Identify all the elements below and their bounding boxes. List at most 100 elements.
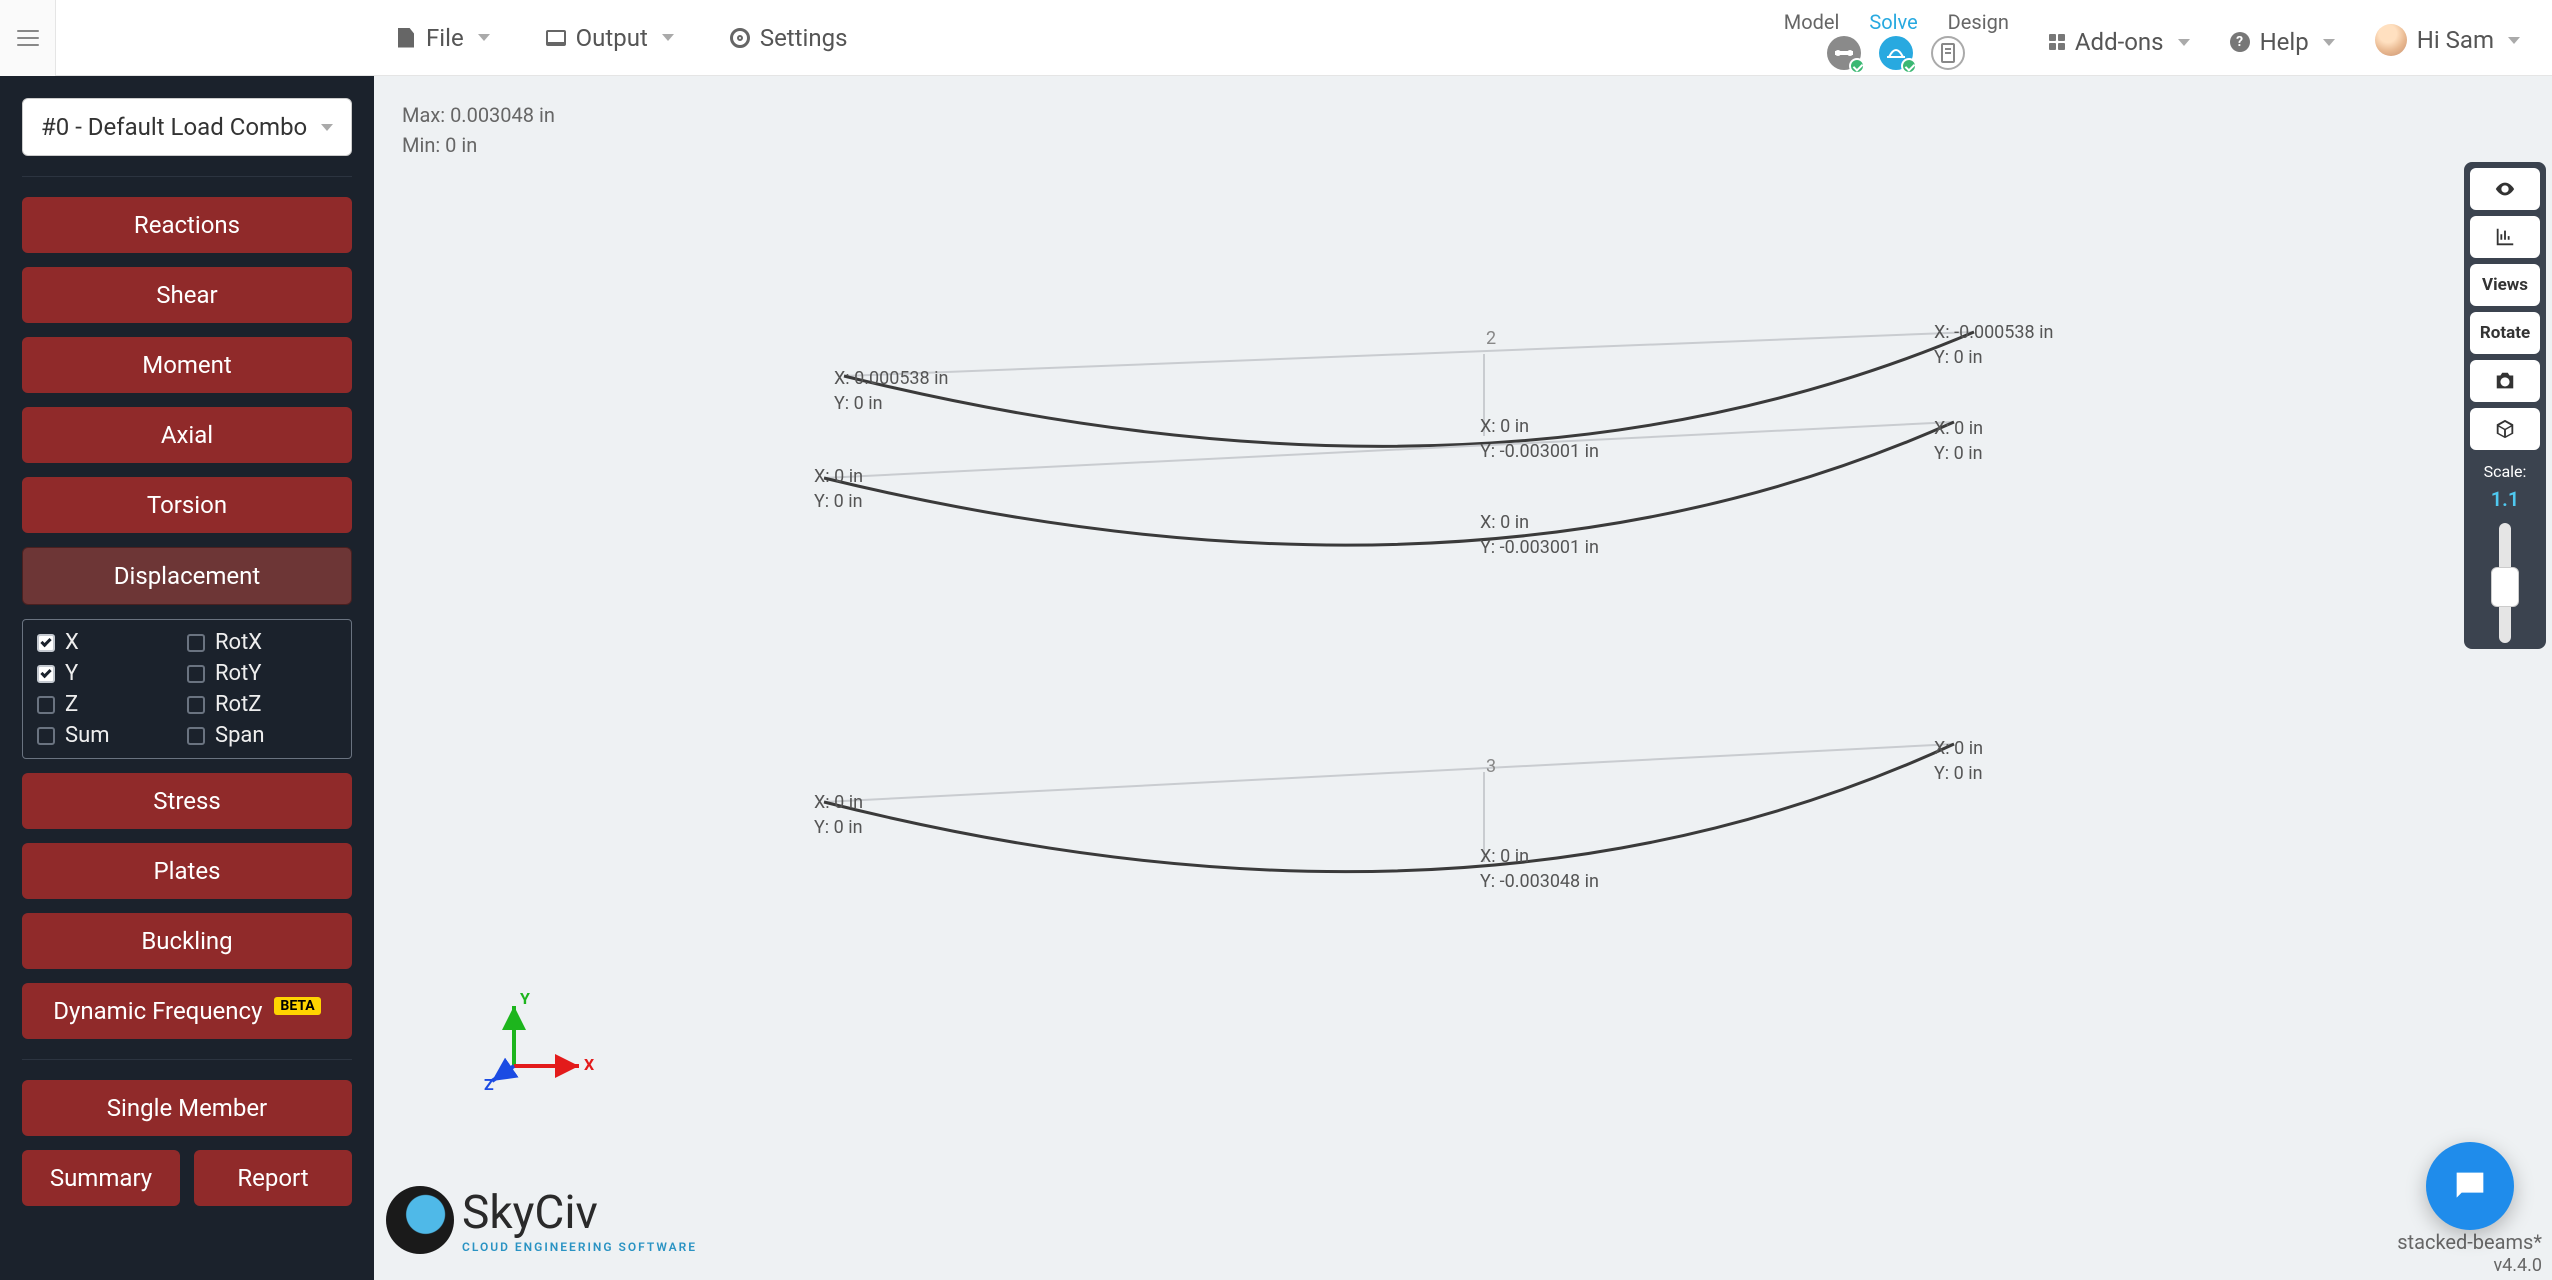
node-number: 3 (1486, 756, 1496, 777)
svg-text:Y: Y (520, 989, 530, 1008)
camera-icon (2494, 370, 2516, 392)
buckling-button[interactable]: Buckling (22, 913, 352, 969)
screenshot-button[interactable] (2470, 360, 2540, 402)
avatar (2375, 24, 2407, 56)
question-icon: ? (2230, 32, 2250, 52)
chk-span[interactable]: Span (187, 723, 337, 748)
scale-value: 1.1 (2491, 487, 2520, 511)
gear-icon (730, 28, 750, 48)
value-label: X: 0 inY: 0 in (814, 790, 863, 840)
torsion-button[interactable]: Torsion (22, 477, 352, 533)
chk-roty[interactable]: RotY (187, 661, 337, 686)
load-combo-value: #0 - Default Load Combo (41, 113, 307, 141)
menu-addons-label: Add-ons (2075, 28, 2164, 56)
result-canvas[interactable]: Max: 0.003048 in Min: 0 in 2 3 X: 0.0005… (374, 76, 2552, 1280)
chevron-down-icon (478, 34, 490, 41)
menu-settings[interactable]: Settings (730, 24, 848, 52)
views-button[interactable]: Views (2470, 264, 2540, 306)
menu-addons[interactable]: Add-ons (2049, 28, 2190, 76)
chevron-down-icon (2178, 39, 2190, 46)
divider (22, 176, 352, 177)
dynfreq-button[interactable]: Dynamic Frequency BETA (22, 983, 352, 1039)
menu-output-label: Output (576, 24, 648, 52)
check-badge-icon (1849, 58, 1865, 74)
view-toolbar: Views Rotate Scale: 1.1 (2464, 162, 2546, 649)
beta-badge: BETA (274, 997, 320, 1015)
value-label: X: 0 inY: 0 in (814, 464, 863, 514)
results-sidebar: #0 - Default Load Combo Reactions Shear … (0, 76, 374, 1280)
mode-design-icon[interactable] (1931, 36, 1965, 70)
user-menu[interactable]: Hi Sam (2375, 24, 2520, 76)
reactions-button[interactable]: Reactions (22, 197, 352, 253)
plates-button[interactable]: Plates (22, 843, 352, 899)
menu-file-label: File (426, 24, 464, 52)
single-member-button[interactable]: Single Member (22, 1080, 352, 1136)
axial-button[interactable]: Axial (22, 407, 352, 463)
chevron-down-icon (321, 124, 333, 131)
load-combo-select[interactable]: #0 - Default Load Combo (22, 98, 352, 156)
mode-solve[interactable]: Solve (1869, 10, 1917, 34)
moment-button[interactable]: Moment (22, 337, 352, 393)
value-label: X: 0.000538 inY: 0 in (834, 366, 948, 416)
user-greeting: Hi Sam (2417, 26, 2494, 54)
mode-solve-icon[interactable] (1879, 36, 1913, 70)
menu-output[interactable]: Output (546, 24, 674, 52)
menu-settings-label: Settings (760, 24, 848, 52)
node-number: 2 (1486, 328, 1496, 349)
dynfreq-label: Dynamic Frequency (53, 997, 262, 1025)
hamburger-button[interactable] (0, 0, 56, 76)
shear-button[interactable]: Shear (22, 267, 352, 323)
displacement-button[interactable]: Displacement (22, 547, 352, 605)
report-button[interactable]: Report (194, 1150, 352, 1206)
menu-file[interactable]: File (396, 24, 490, 52)
svg-text:X: X (584, 1055, 594, 1074)
visibility-button[interactable] (2470, 168, 2540, 210)
chk-sum[interactable]: Sum (37, 723, 187, 748)
monitor-icon (546, 28, 566, 48)
logo-icon (386, 1186, 454, 1254)
current-file-name: stacked-beams* (2397, 1230, 2542, 1254)
menu-help-label: Help (2260, 28, 2309, 56)
grid-icon (2049, 34, 2065, 50)
chevron-down-icon (662, 34, 674, 41)
chevron-down-icon (2508, 37, 2520, 44)
svg-text:Z: Z (484, 1075, 494, 1094)
mode-model[interactable]: Model (1784, 10, 1840, 34)
chk-y[interactable]: Y (37, 661, 187, 686)
displacement-options: X RotX Y RotY Z RotZ Sum Span (22, 619, 352, 759)
divider (22, 1059, 352, 1060)
app-version: v4.4.0 (2493, 1255, 2542, 1276)
chk-rotx[interactable]: RotX (187, 630, 337, 655)
chat-icon (2450, 1166, 2490, 1206)
rotate-button[interactable]: Rotate (2470, 312, 2540, 354)
cube-icon (2494, 418, 2516, 440)
axis-gizmo: Y X Z (484, 986, 604, 1110)
eye-icon (2494, 178, 2516, 200)
slider-thumb[interactable] (2491, 567, 2519, 607)
chart-icon (2494, 226, 2516, 248)
mode-model-icon[interactable] (1827, 36, 1861, 70)
chk-rotz[interactable]: RotZ (187, 692, 337, 717)
value-label: X: 0 inY: -0.003048 in (1480, 844, 1599, 894)
menu-help[interactable]: ? Help (2230, 28, 2335, 76)
chk-z[interactable]: Z (37, 692, 187, 717)
cube-button[interactable] (2470, 408, 2540, 450)
scale-slider[interactable] (2499, 523, 2511, 643)
check-badge-icon (1901, 58, 1917, 74)
file-icon (396, 28, 416, 48)
chk-x[interactable]: X (37, 630, 187, 655)
mode-design[interactable]: Design (1948, 10, 2009, 34)
logo-subtext: CLOUD ENGINEERING SOFTWARE (462, 1240, 697, 1254)
value-label: X: 0 inY: -0.003001 in (1480, 414, 1599, 464)
scale-label: Scale: (2484, 462, 2527, 481)
chat-button[interactable] (2426, 1142, 2514, 1230)
skyciv-logo: SkyCiv CLOUD ENGINEERING SOFTWARE (386, 1186, 697, 1254)
value-label: X: 0 inY: 0 in (1934, 736, 1983, 786)
value-label: X: -0.000538 inY: 0 in (1934, 320, 2053, 370)
stress-button[interactable]: Stress (22, 773, 352, 829)
chevron-down-icon (2323, 39, 2335, 46)
chart-button[interactable] (2470, 216, 2540, 258)
summary-button[interactable]: Summary (22, 1150, 180, 1206)
beam-plot (374, 76, 2552, 1276)
topbar: File Output Settings Model Solve Design (0, 0, 2552, 76)
